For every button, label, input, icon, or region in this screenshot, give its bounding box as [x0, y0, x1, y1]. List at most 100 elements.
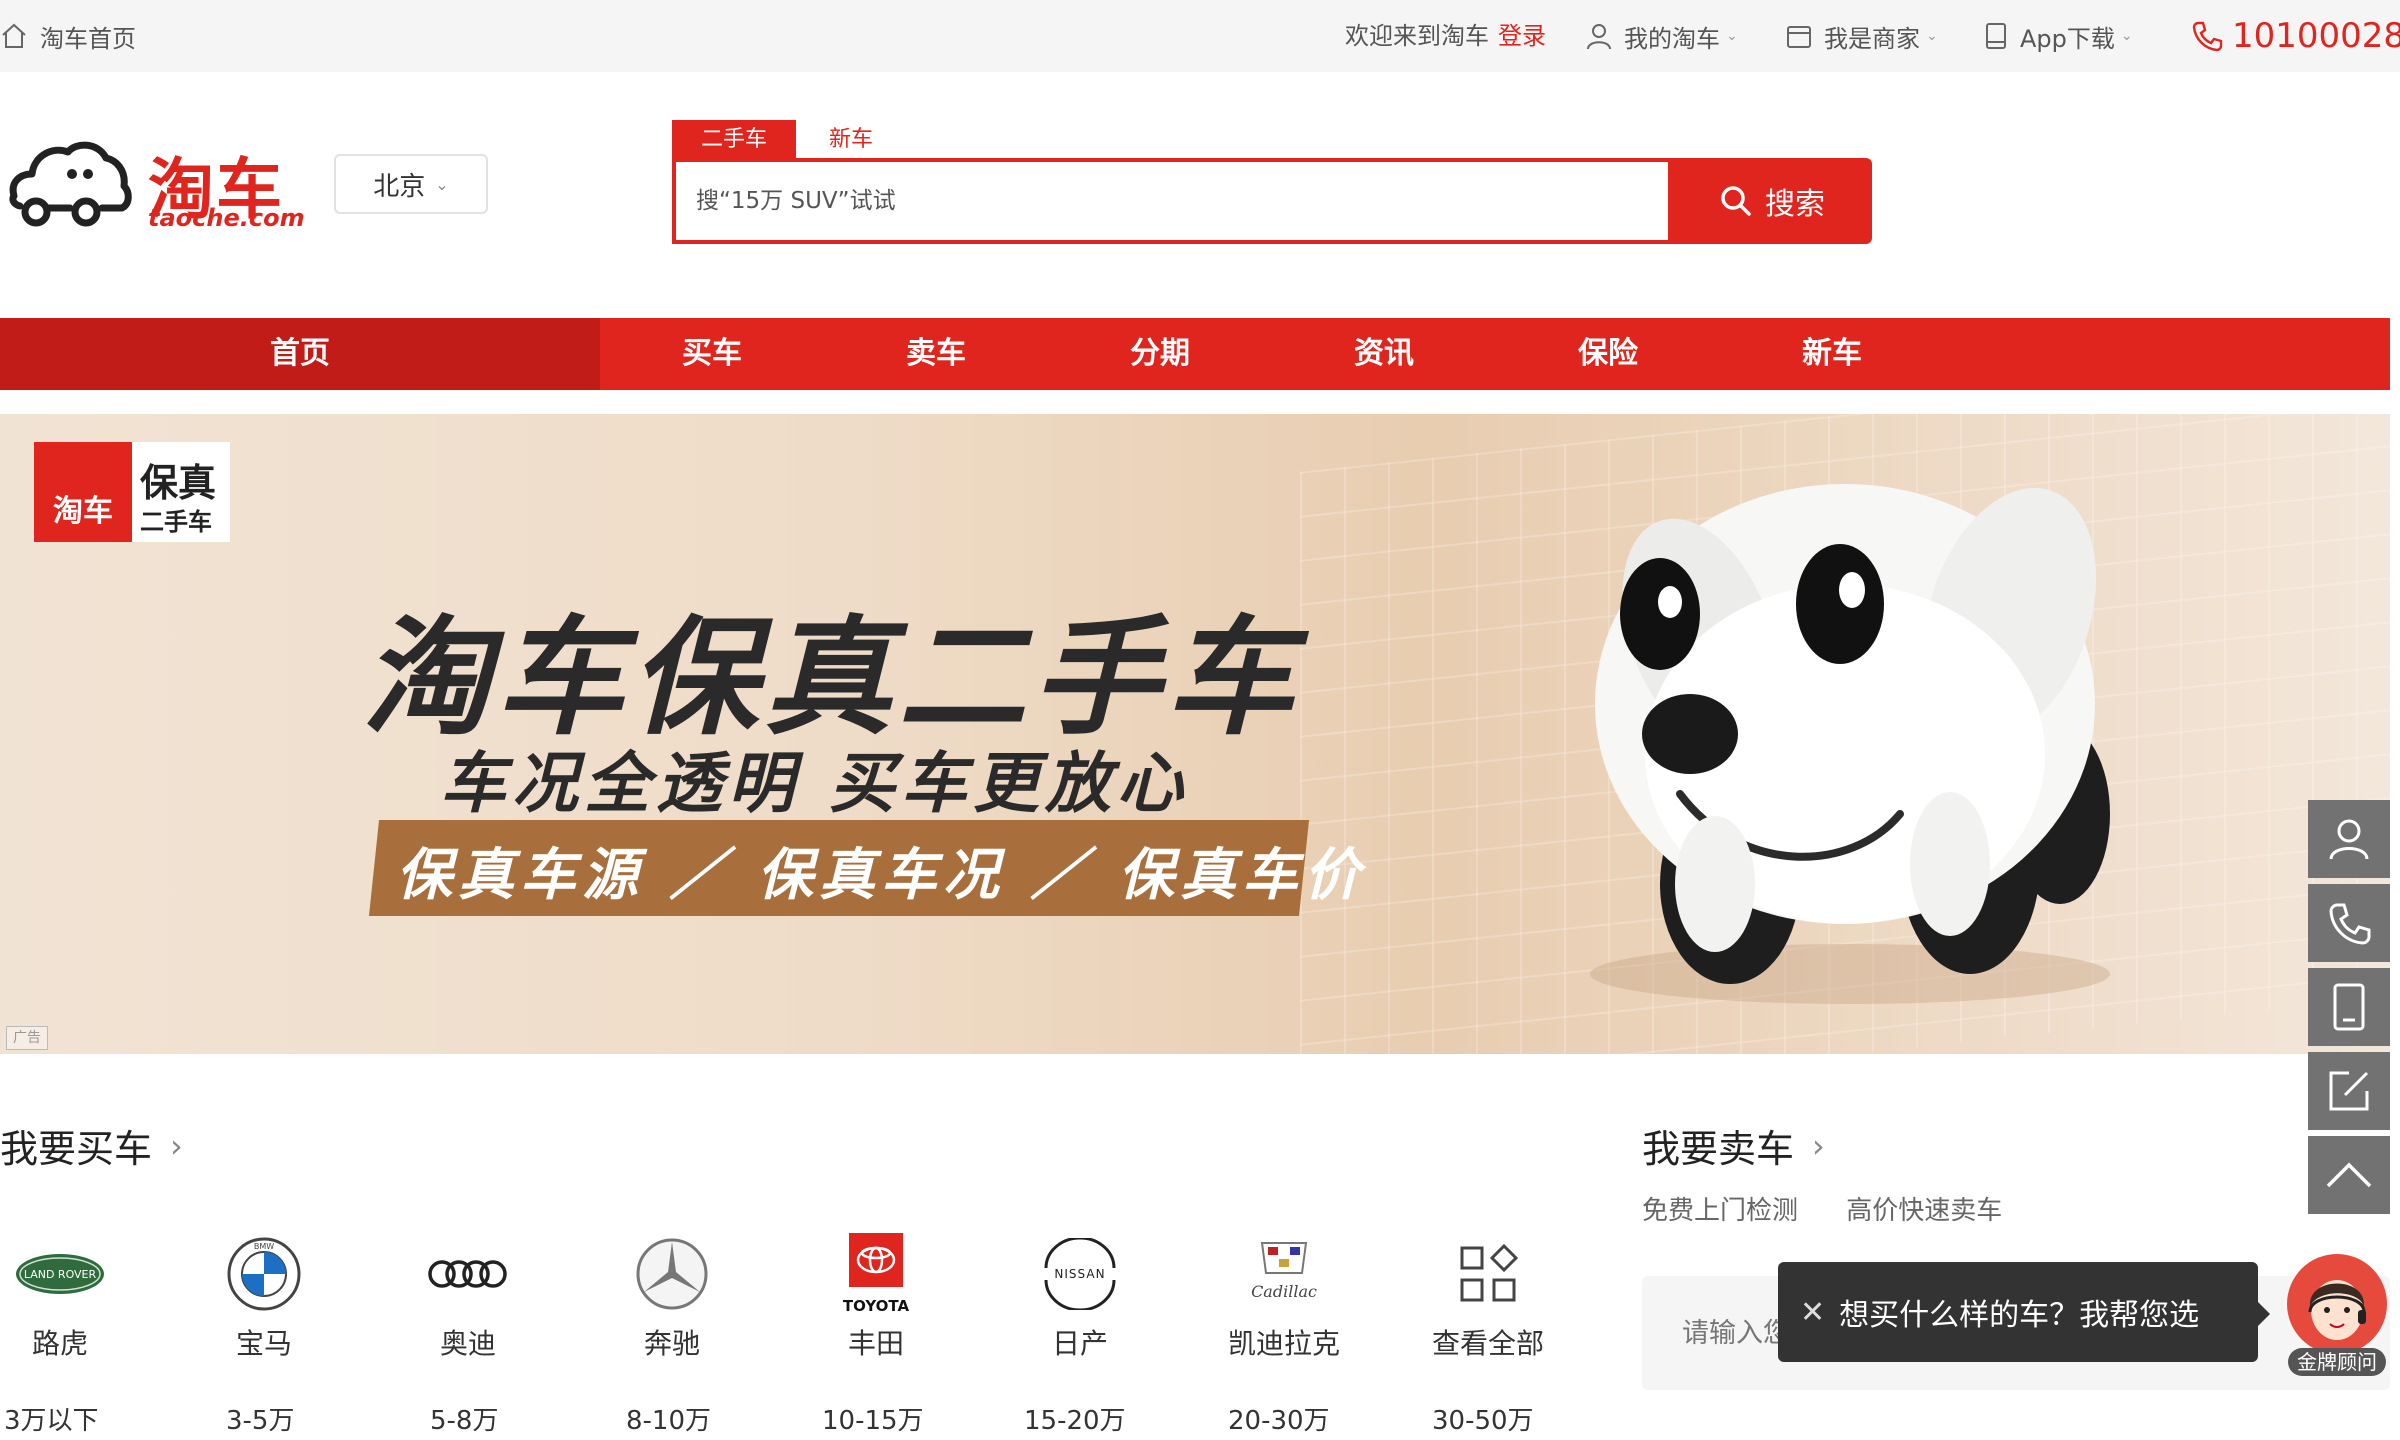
rail-phone-button[interactable]: [2308, 884, 2390, 962]
welcome-text: 欢迎来到淘车: [1345, 22, 1489, 50]
search-icon: [1721, 186, 1751, 216]
search-input[interactable]: [696, 180, 1636, 222]
brand-label: 宝马: [235, 1327, 292, 1360]
city-selector[interactable]: 北京 ⌄: [334, 154, 488, 214]
grid-icon: [1438, 1232, 1538, 1316]
chevron-down-icon: ⌄: [1726, 28, 1738, 44]
nav-item-insurance[interactable]: 保险: [1548, 318, 1668, 390]
search-button-label: 搜索: [1765, 187, 1825, 222]
brand-label: 查看全部: [1431, 1327, 1544, 1360]
brand-list: LAND ROVER 路虎 BMW 宝马 奥迪 奔驰 TOYOTA 丰田 NIS…: [0, 1220, 1560, 1360]
buy-section-title[interactable]: 我要买车 ›: [0, 1118, 183, 1173]
ad-tag: 广告: [6, 1026, 48, 1050]
home-link[interactable]: 淘车首页: [0, 18, 136, 54]
brand-item-cadillac[interactable]: Cadillac 凯迪拉克: [1214, 1220, 1354, 1360]
advisor-label: 金牌顾问: [2288, 1348, 2386, 1376]
bmw-icon: BMW: [214, 1232, 314, 1316]
brand-item-bmw[interactable]: BMW 宝马: [194, 1220, 334, 1360]
nav-item-sell[interactable]: 卖车: [876, 318, 996, 390]
brand-item-toyota[interactable]: TOYOTA 丰田: [806, 1220, 946, 1360]
price-range-item[interactable]: 5-8万: [430, 1400, 498, 1437]
badge-subtitle: 二手车: [140, 508, 212, 536]
banner-badge: 淘车 保真 二手车: [34, 442, 230, 542]
login-link[interactable]: 登录: [1498, 18, 1546, 54]
user-icon: [2329, 819, 2369, 860]
hotline[interactable]: 10100028: [2190, 12, 2400, 60]
chat-message: 想买什么样的车？我帮您选: [1839, 1298, 2200, 1333]
chat-popup[interactable]: ✕ 想买什么样的车？我帮您选: [1778, 1262, 2270, 1362]
price-range-item[interactable]: 3-5万: [226, 1400, 294, 1437]
toyota-icon: TOYOTA: [826, 1232, 926, 1316]
mobile-icon: [2333, 983, 2365, 1031]
close-icon[interactable]: ✕: [1800, 1295, 1825, 1330]
nav-item-news[interactable]: 资讯: [1324, 318, 1444, 390]
brand-item-nissan[interactable]: NISSAN 日产: [1010, 1220, 1150, 1360]
user-icon: [1587, 24, 1611, 50]
chevron-up-icon: [2326, 1162, 2372, 1188]
chevron-down-icon: ⌄: [1926, 28, 1938, 44]
hero-banner[interactable]: 淘车 保真 二手车 淘车保真二手车 车况全透明 买车更放心 保真车源 ／ 保真车…: [0, 414, 2390, 1054]
rail-back-to-top-button[interactable]: [2308, 1136, 2390, 1214]
brand-item-land-rover[interactable]: LAND ROVER 路虎: [0, 1220, 130, 1360]
app-download-menu[interactable]: App下载 ⌄: [1982, 18, 2133, 54]
mercedes-icon: [622, 1232, 722, 1316]
logo-domain: taoche.com: [148, 204, 305, 232]
avatar: [2287, 1254, 2387, 1354]
brand-label: 奥迪: [439, 1327, 496, 1360]
nissan-logo-text: NISSAN: [1054, 1267, 1105, 1281]
home-link-label: 淘车首页: [40, 24, 136, 53]
price-range-item[interactable]: 8-10万: [626, 1400, 711, 1437]
nav-item-buy[interactable]: 买车: [652, 318, 772, 390]
sell-link-inspection[interactable]: 免费上门检测: [1642, 1196, 1798, 1226]
rail-user-button[interactable]: [2308, 800, 2390, 878]
brand-label: 凯迪拉克: [1227, 1327, 1340, 1360]
brand-item-mercedes[interactable]: 奔驰: [602, 1220, 742, 1360]
brand-item-audi[interactable]: 奥迪: [398, 1220, 538, 1360]
brand-item-view-all[interactable]: 查看全部: [1418, 1220, 1558, 1360]
rail-feedback-button[interactable]: [2308, 1052, 2390, 1130]
merchant-menu[interactable]: 我是商家 ⌄: [1784, 18, 1938, 54]
brand-label: 日产: [1051, 1327, 1108, 1360]
home-icon: [2, 23, 26, 48]
rail-mobile-button[interactable]: [2308, 968, 2390, 1046]
search-button[interactable]: 搜索: [1672, 158, 1872, 244]
land-rover-icon: LAND ROVER: [10, 1232, 110, 1316]
banner-subheadline: 车况全透明 买车更放心: [440, 745, 1189, 822]
price-range-list: 3万以下 3-5万 5-8万 8-10万 10-15万 15-20万 20-30…: [0, 1400, 1560, 1440]
dog-car-logo-icon: [9, 141, 132, 227]
search-tab-new[interactable]: 新车: [806, 120, 896, 160]
toyota-logo-text: TOYOTA: [843, 1297, 910, 1315]
nissan-icon: NISSAN: [1030, 1232, 1130, 1316]
nav-item-home[interactable]: 首页: [0, 318, 600, 390]
chevron-right-icon: ›: [1812, 1126, 1825, 1165]
price-range-item[interactable]: 15-20万: [1024, 1400, 1126, 1437]
advisor-avatar[interactable]: 金牌顾问: [2280, 1252, 2394, 1378]
land-rover-logo-text: LAND ROVER: [24, 1268, 97, 1281]
city-name: 北京: [373, 171, 426, 202]
nav-item-new-car[interactable]: 新车: [1772, 318, 1892, 390]
sell-section-title[interactable]: 我要卖车 ›: [1642, 1118, 1825, 1173]
app-download-label: App下载: [2020, 24, 2115, 53]
badge-title: 保真: [140, 461, 217, 505]
search-tab-used[interactable]: 二手车: [672, 120, 796, 160]
cadillac-logo-text: Cadillac: [1251, 1282, 1317, 1301]
chat-arrow: [2258, 1302, 2270, 1326]
nav-item-installment[interactable]: 分期: [1100, 318, 1220, 390]
price-range-item[interactable]: 30-50万: [1432, 1400, 1534, 1437]
sell-links: 免费上门检测 高价快速卖车: [1642, 1190, 2042, 1227]
taoche-logo[interactable]: 淘车 taoche.com: [6, 130, 305, 240]
chevron-right-icon: ›: [170, 1126, 183, 1165]
store-icon: [1787, 26, 1811, 48]
my-taoche-label: 我的淘车: [1624, 24, 1720, 53]
brand-label: 奔驰: [643, 1327, 700, 1360]
my-taoche-menu[interactable]: 我的淘车 ⌄: [1584, 18, 1738, 54]
price-range-item[interactable]: 20-30万: [1228, 1400, 1330, 1437]
search-box: [672, 158, 1672, 244]
mobile-icon: [1986, 23, 2006, 49]
badge-logo: 淘车: [34, 442, 132, 542]
sell-link-fast-sell[interactable]: 高价快速卖车: [1846, 1196, 2002, 1226]
bmw-logo-text: BMW: [254, 1242, 274, 1251]
price-range-item[interactable]: 10-15万: [822, 1400, 924, 1437]
chevron-down-icon: ⌄: [435, 174, 449, 194]
price-range-item[interactable]: 3万以下: [4, 1400, 99, 1437]
